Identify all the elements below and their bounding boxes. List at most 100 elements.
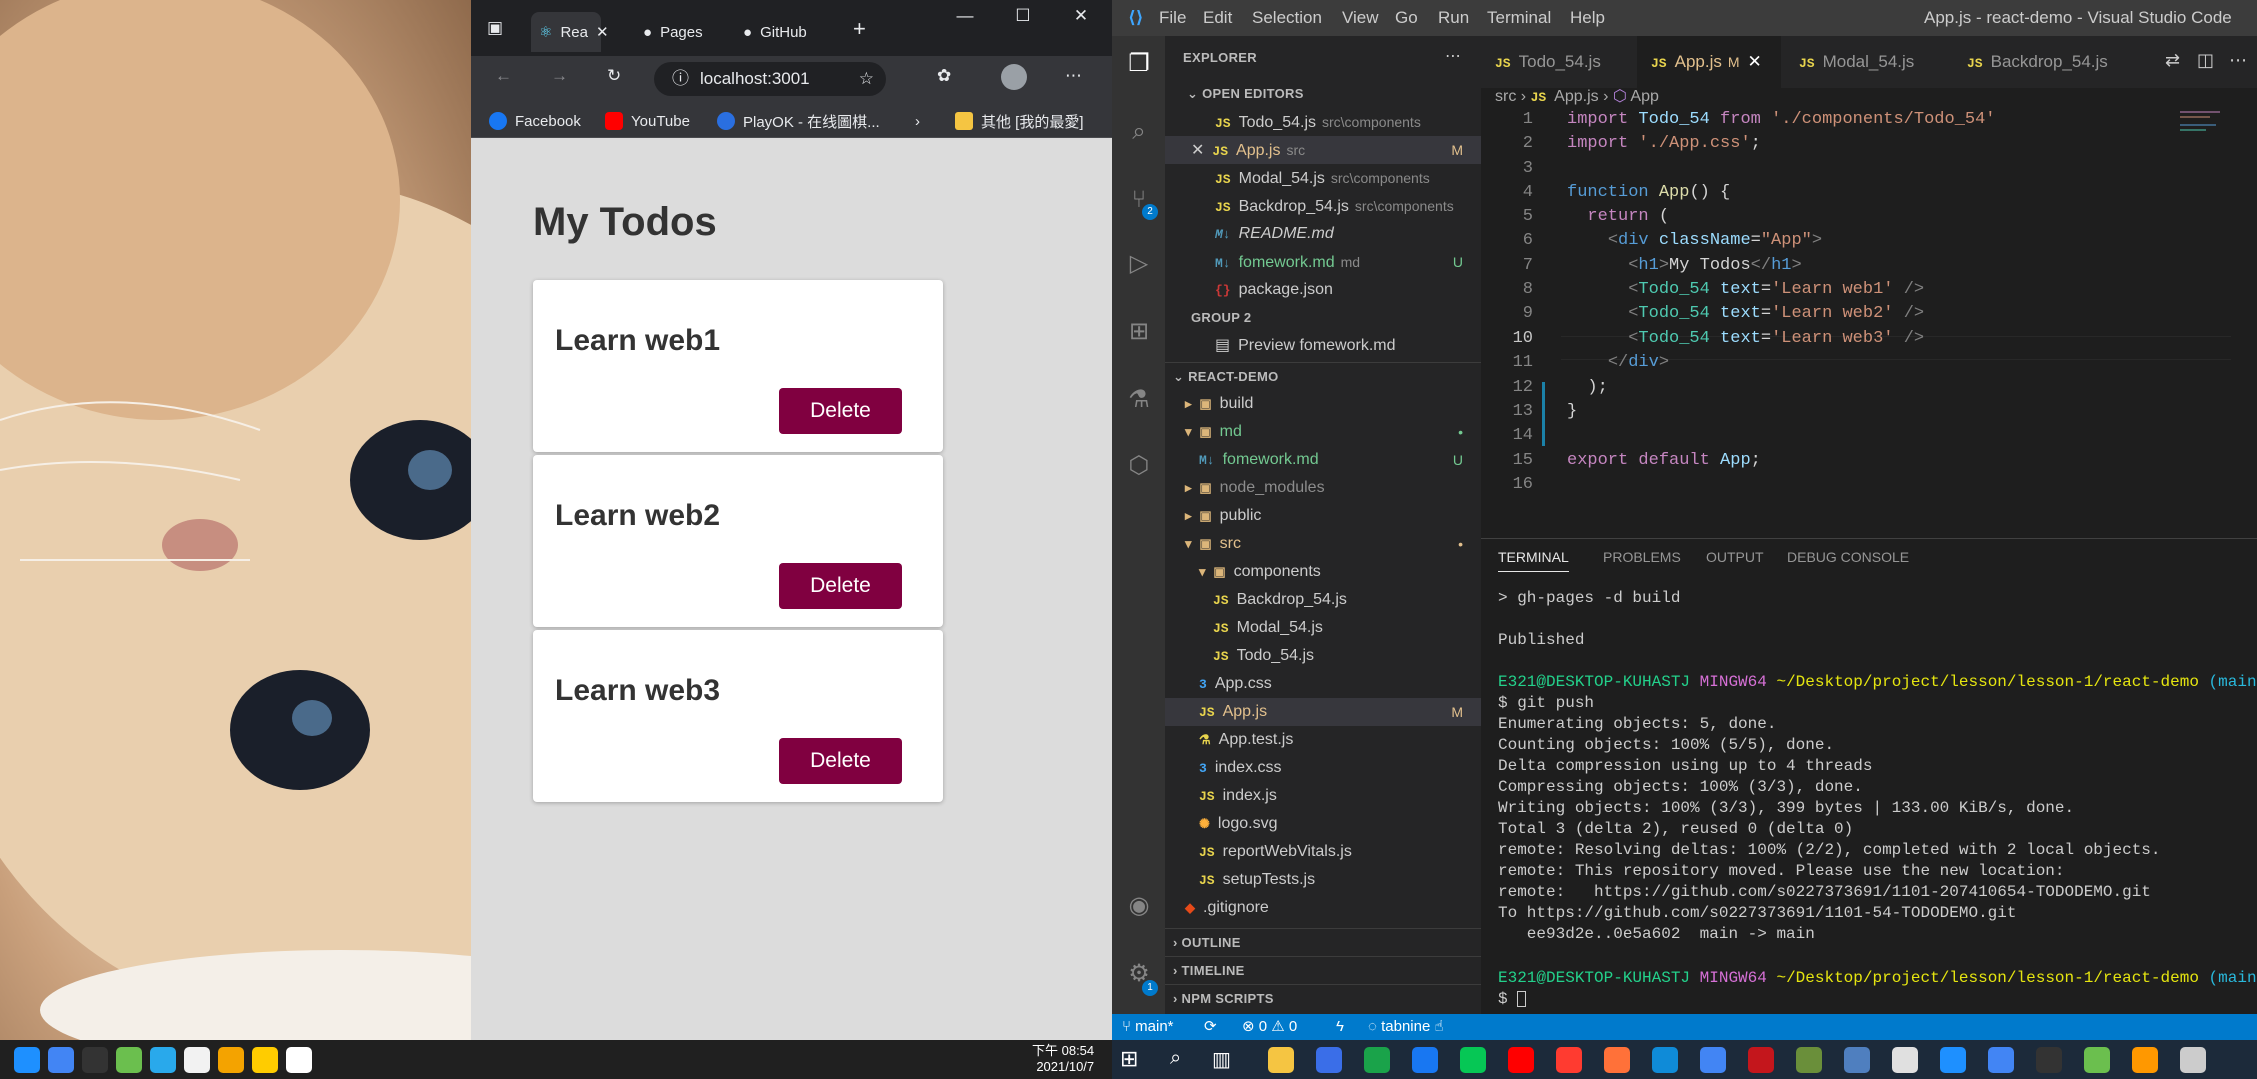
- open-editor-item[interactable]: ▤ Preview fomework.md: [1165, 332, 1481, 360]
- close-icon[interactable]: ✕: [1748, 52, 1762, 71]
- tree-item[interactable]: JS setupTests.js: [1165, 866, 1481, 894]
- tree-item[interactable]: ▾ ▣ src •: [1165, 530, 1481, 558]
- browser-tab-react[interactable]: ⚛ Rea ✕: [531, 12, 609, 52]
- tab-actions-icon[interactable]: ▣: [487, 18, 503, 38]
- new-tab-icon[interactable]: +: [853, 16, 866, 42]
- open-editor-item[interactable]: M↓ fomework.md md U: [1165, 248, 1481, 276]
- wiki-icon[interactable]: [286, 1047, 312, 1073]
- open-editor-item-active[interactable]: ✕ JS App.js src M: [1165, 136, 1481, 164]
- tree-item[interactable]: JS Modal_54.js: [1165, 614, 1481, 642]
- app-icon[interactable]: [2180, 1047, 2206, 1073]
- favorite-star-icon[interactable]: ☆: [859, 62, 874, 96]
- open-editor-item[interactable]: JS Backdrop_54.js src\components: [1165, 192, 1481, 220]
- telegram-icon[interactable]: [2132, 1047, 2158, 1073]
- back-icon[interactable]: ←: [495, 66, 512, 86]
- sticky-app-icon[interactable]: [252, 1047, 278, 1073]
- tree-item[interactable]: JS reportWebVitals.js: [1165, 838, 1481, 866]
- bookmark-playok[interactable]: PlayOK - 在线圖棋...: [717, 110, 880, 132]
- lightning-icon[interactable]: ϟ: [1336, 1014, 1344, 1040]
- open-editor-item[interactable]: JS Todo_54.js src\components: [1165, 108, 1481, 136]
- terminal-icon[interactable]: [2036, 1047, 2062, 1073]
- menu-terminal[interactable]: Terminal: [1487, 8, 1551, 28]
- editor-tab[interactable]: JS Modal_54.js: [1785, 36, 1953, 88]
- more-actions-icon[interactable]: ⋯: [1445, 46, 1461, 66]
- minecraft-icon[interactable]: [2084, 1047, 2110, 1073]
- bookmark-other-folder[interactable]: 其他 [我的最愛]: [955, 110, 1084, 132]
- tree-item[interactable]: JS index.js: [1165, 782, 1481, 810]
- panel-tab-problems[interactable]: PROBLEMS: [1603, 549, 1681, 565]
- explorer-icon[interactable]: ❐: [1125, 50, 1153, 78]
- menu-selection[interactable]: Selection: [1252, 8, 1322, 28]
- task-view-icon[interactable]: ▥: [1212, 1047, 1231, 1072]
- compare-changes-icon[interactable]: ⇄: [2165, 50, 2180, 71]
- branch-status[interactable]: ⑂ main*: [1122, 1014, 1174, 1040]
- tree-item[interactable]: ▸ ▣ build: [1165, 390, 1481, 418]
- google-translate-icon[interactable]: [48, 1047, 74, 1073]
- terminal-icon[interactable]: [82, 1047, 108, 1073]
- delete-button[interactable]: Delete: [779, 388, 902, 434]
- open-editor-item[interactable]: M↓ README.md: [1165, 220, 1481, 248]
- extensions-icon[interactable]: ⊞: [1125, 318, 1153, 346]
- search-icon[interactable]: ⌕: [1170, 1047, 1181, 1070]
- minimap[interactable]: [2180, 108, 2250, 148]
- menu-edit[interactable]: Edit: [1203, 8, 1232, 28]
- project-header[interactable]: ⌄ REACT-DEMO: [1165, 362, 1481, 390]
- open-editors-header[interactable]: ⌄ OPEN EDITORS: [1165, 80, 1481, 108]
- browser-tab-pages[interactable]: ● Pages: [643, 12, 721, 52]
- vscode-icon[interactable]: [14, 1047, 40, 1073]
- tree-item[interactable]: ▾ ▣ components: [1165, 558, 1481, 586]
- split-editor-icon[interactable]: ◫: [2197, 50, 2214, 71]
- outline-header[interactable]: › OUTLINE: [1165, 928, 1481, 956]
- tree-item[interactable]: ✺ logo.svg: [1165, 810, 1481, 838]
- menu-file[interactable]: File: [1159, 8, 1186, 28]
- minecraft-icon[interactable]: [116, 1047, 142, 1073]
- editor-tab[interactable]: JS Backdrop_54.js: [1953, 36, 2133, 88]
- close-icon[interactable]: ✕: [596, 23, 609, 41]
- telegram-icon[interactable]: [150, 1047, 176, 1073]
- file-explorer-icon[interactable]: [1268, 1047, 1294, 1073]
- url-input[interactable]: ⓘ localhost:3001 ☆: [654, 62, 886, 96]
- timeline-header[interactable]: › TIMELINE: [1165, 956, 1481, 984]
- profile-avatar[interactable]: [1001, 64, 1027, 90]
- chrome-icon[interactable]: [1700, 1047, 1726, 1073]
- tree-item[interactable]: JS Todo_54.js: [1165, 642, 1481, 670]
- delete-button[interactable]: Delete: [779, 563, 902, 609]
- close-icon[interactable]: ✕: [1191, 142, 1204, 159]
- minimize-icon[interactable]: —: [947, 6, 983, 26]
- run-debug-icon[interactable]: ▷: [1125, 250, 1153, 278]
- maximize-icon[interactable]: ☐: [1005, 6, 1041, 26]
- tree-item[interactable]: ▸ ▣ node_modules: [1165, 474, 1481, 502]
- google-translate-icon[interactable]: [1988, 1047, 2014, 1073]
- panel-tab-terminal[interactable]: TERMINAL: [1498, 549, 1569, 572]
- calendar-icon[interactable]: [1316, 1047, 1342, 1073]
- tree-item[interactable]: ◆ .gitignore: [1165, 894, 1481, 922]
- tree-item[interactable]: JS Backdrop_54.js: [1165, 586, 1481, 614]
- npm-scripts-header[interactable]: › NPM SCRIPTS: [1165, 984, 1481, 1012]
- vscode-icon[interactable]: [1940, 1047, 1966, 1073]
- windows-start-icon[interactable]: ⊞: [1120, 1046, 1138, 1072]
- editor-tab[interactable]: JS Todo_54.js: [1481, 36, 1637, 88]
- app-icon[interactable]: [184, 1047, 210, 1073]
- menu-view[interactable]: View: [1342, 8, 1379, 28]
- open-editor-item[interactable]: {} package.json: [1165, 276, 1481, 304]
- more-actions-icon[interactable]: ⋯: [2229, 50, 2247, 71]
- code-editor[interactable]: 1 2 3 4 5 6 7 8 9 10 11 12 13 14 15 16 import Todo_54 f…: [1481, 108, 2257, 504]
- browser-tab-github[interactable]: ● GitHub: [743, 12, 823, 52]
- extensions-icon[interactable]: ✿: [937, 66, 951, 86]
- sync-icon[interactable]: ⟳: [1204, 1014, 1217, 1040]
- tabnine-status[interactable]: ◌ tabnine ☝: [1368, 1014, 1444, 1040]
- line-icon[interactable]: [1460, 1047, 1486, 1073]
- audio-app-icon[interactable]: [218, 1047, 244, 1073]
- testing-icon[interactable]: ⚗: [1125, 386, 1153, 414]
- sheets-icon[interactable]: [1364, 1047, 1390, 1073]
- account-icon[interactable]: ◉: [1125, 892, 1153, 920]
- sketch-icon[interactable]: [1892, 1047, 1918, 1073]
- youtube-icon[interactable]: [1508, 1047, 1534, 1073]
- media-app-icon[interactable]: [1748, 1047, 1774, 1073]
- delete-button[interactable]: Delete: [779, 738, 902, 784]
- facebook-icon[interactable]: [1412, 1047, 1438, 1073]
- close-window-icon[interactable]: ✕: [1063, 6, 1099, 26]
- panel-tab-output[interactable]: OUTPUT: [1706, 549, 1764, 565]
- tree-item[interactable]: JS App.js M: [1165, 698, 1481, 726]
- refresh-icon[interactable]: ↻: [607, 66, 621, 86]
